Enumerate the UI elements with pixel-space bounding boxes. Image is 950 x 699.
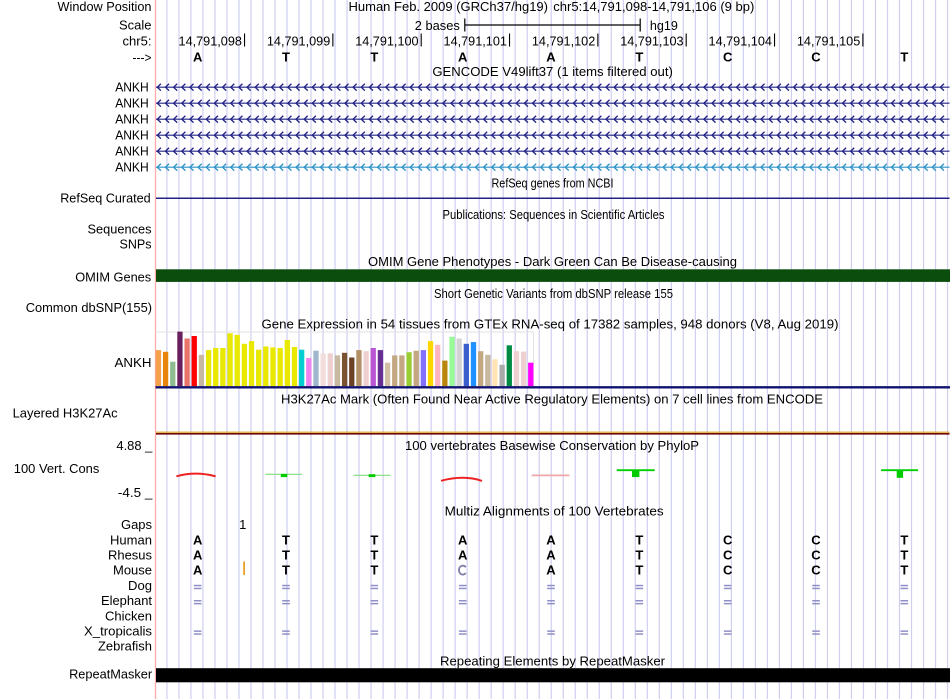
svg-text:14,791,101: 14,791,101 (444, 33, 507, 48)
svg-text:Sequences: Sequences (88, 222, 152, 237)
svg-text:A: A (193, 532, 203, 547)
svg-text:Human: Human (110, 532, 152, 547)
svg-text:--->: ---> (133, 50, 152, 65)
svg-text:T: T (635, 548, 643, 563)
svg-text:T: T (635, 49, 643, 64)
svg-text:hg19: hg19 (650, 18, 678, 33)
svg-text:ANKH: ANKH (115, 144, 149, 159)
svg-text:T: T (282, 49, 290, 64)
svg-text:RepeatMasker: RepeatMasker (69, 667, 153, 682)
svg-text:RefSeq genes from NCBI: RefSeq genes from NCBI (492, 175, 614, 190)
svg-text:14,791,105: 14,791,105 (797, 33, 860, 48)
svg-text:C: C (811, 49, 821, 64)
svg-text:ANKH: ANKH (115, 355, 152, 370)
svg-text:A: A (193, 49, 203, 64)
svg-text:Gene Expression in 54 tissues: Gene Expression in 54 tissues from GTEx … (262, 317, 839, 332)
svg-text:C: C (723, 563, 733, 578)
svg-text:T: T (900, 548, 908, 563)
svg-text:ANKH: ANKH (115, 160, 149, 175)
svg-text:14,791,099: 14,791,099 (267, 33, 330, 48)
svg-text:T: T (635, 532, 643, 547)
svg-text:T: T (370, 532, 378, 547)
svg-text:A: A (546, 532, 556, 547)
svg-text:14,791,103: 14,791,103 (620, 33, 683, 48)
svg-text:Repeating Elements by RepeatMa: Repeating Elements by RepeatMasker (440, 653, 666, 668)
svg-text:RefSeq Curated: RefSeq Curated (60, 190, 151, 205)
svg-text:100 vertebrates Basewise Conse: 100 vertebrates Basewise Conservation by… (405, 438, 699, 453)
svg-text:14,791,098: 14,791,098 (179, 33, 242, 48)
svg-text:T: T (900, 563, 908, 578)
svg-text:A: A (458, 49, 468, 64)
svg-text:A: A (458, 548, 468, 563)
svg-text:X_tropicalis: X_tropicalis (84, 624, 152, 639)
svg-text:chr5:14,791,098-14,791,106 (9: chr5:14,791,098-14,791,106 (9 bp) (553, 0, 754, 14)
svg-text:A: A (193, 548, 203, 563)
svg-text:T: T (370, 548, 378, 563)
svg-text:Common dbSNP(155): Common dbSNP(155) (26, 300, 152, 315)
svg-text:chr5:: chr5: (123, 34, 152, 49)
svg-text:T: T (900, 49, 908, 64)
svg-text:2 bases: 2 bases (415, 18, 460, 33)
svg-text:ANKH: ANKH (115, 112, 149, 127)
svg-text:A: A (546, 49, 556, 64)
svg-text:Scale: Scale (119, 17, 152, 32)
svg-text:H3K27Ac Mark (Often Found Near: H3K27Ac Mark (Often Found Near Active Re… (281, 392, 823, 407)
svg-text:Rhesus: Rhesus (108, 548, 152, 563)
svg-text:T: T (282, 563, 290, 578)
svg-text:C: C (811, 548, 821, 563)
svg-text:Zebrafish: Zebrafish (98, 639, 152, 654)
svg-text:GENCODE V49lift37 (1 items fil: GENCODE V49lift37 (1 items filtered out) (432, 64, 673, 79)
svg-text:ANKH: ANKH (115, 96, 149, 111)
svg-text:C: C (723, 532, 733, 547)
svg-text:T: T (900, 532, 908, 547)
svg-text:A: A (546, 563, 556, 578)
svg-text:Window Position: Window Position (58, 0, 152, 14)
svg-text:T: T (635, 563, 643, 578)
svg-text:OMIM Gene Phenotypes - Dark Gr: OMIM Gene Phenotypes - Dark Green Can Be… (368, 254, 737, 269)
svg-text:ANKH: ANKH (115, 80, 149, 95)
svg-text:Short Genetic Variants from db: Short Genetic Variants from dbSNP releas… (434, 286, 673, 301)
svg-text:1: 1 (239, 517, 246, 532)
svg-text:A: A (193, 563, 203, 578)
svg-text:Elephant: Elephant (101, 593, 152, 608)
svg-text:Chicken: Chicken (105, 608, 152, 623)
svg-text:A: A (546, 548, 556, 563)
svg-text:14,791,104: 14,791,104 (709, 33, 772, 48)
svg-text:100 Vert. Cons: 100 Vert. Cons (14, 461, 100, 476)
svg-text:Human Feb. 2009 (GRCh37/hg19): Human Feb. 2009 (GRCh37/hg19) (349, 0, 549, 14)
svg-text:C: C (723, 548, 733, 563)
svg-text:Gaps: Gaps (121, 517, 152, 532)
svg-text:T: T (282, 532, 290, 547)
svg-text:A: A (458, 532, 468, 547)
svg-text:T: T (282, 548, 290, 563)
svg-text:-4.5 _: -4.5 _ (118, 485, 153, 500)
svg-text:4.88 _: 4.88 _ (116, 438, 153, 453)
svg-text:14,791,100: 14,791,100 (355, 33, 418, 48)
svg-text:ANKH: ANKH (115, 128, 149, 143)
svg-text:T: T (370, 563, 378, 578)
svg-text:14,791,102: 14,791,102 (532, 33, 595, 48)
svg-text:C: C (811, 563, 821, 578)
svg-text:OMIM Genes: OMIM Genes (75, 269, 151, 284)
svg-text:T: T (370, 49, 378, 64)
svg-text:C: C (811, 532, 821, 547)
svg-text:C: C (723, 49, 733, 64)
svg-text:Dog: Dog (128, 578, 152, 593)
svg-text:SNPs: SNPs (120, 237, 152, 252)
svg-text:Layered H3K27Ac: Layered H3K27Ac (13, 406, 118, 421)
svg-text:Publications: Sequences in Sci: Publications: Sequences in Scientific Ar… (443, 207, 665, 222)
svg-text:Multiz Alignments of 100 Verte: Multiz Alignments of 100 Vertebrates (445, 504, 665, 519)
svg-text:Mouse: Mouse (113, 563, 152, 578)
